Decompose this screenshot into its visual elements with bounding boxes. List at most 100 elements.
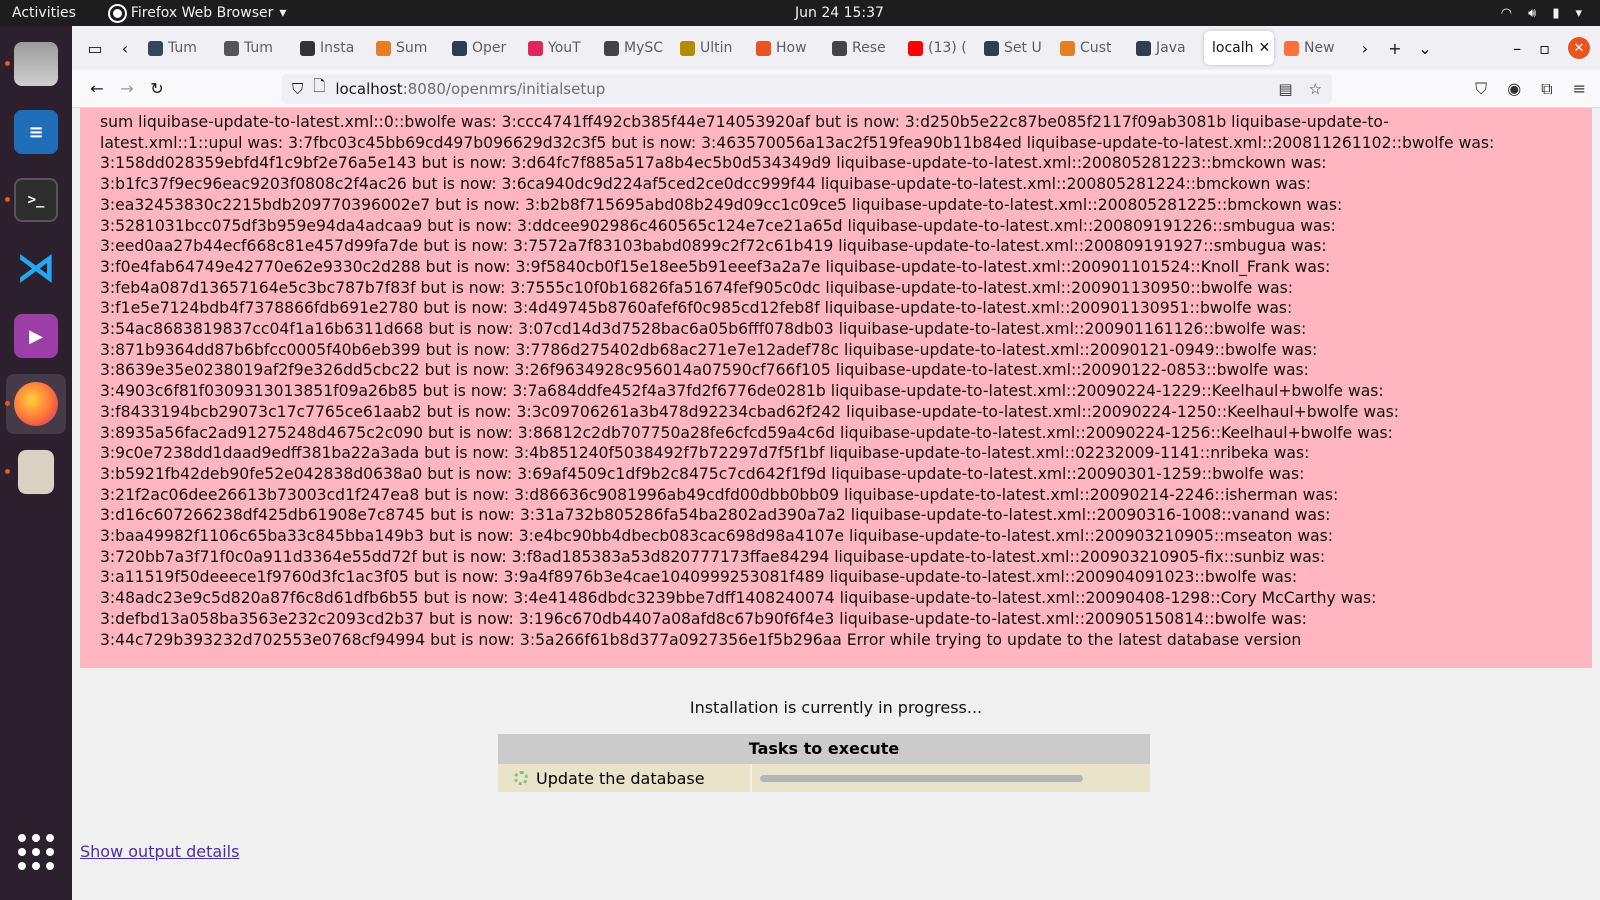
error-line: 3:21f2ac06dee26613b73003cd1f247ea8 but i…	[100, 485, 1339, 504]
tab-3[interactable]: Sum	[368, 31, 442, 65]
tab-label: (13) (	[928, 40, 967, 56]
tab-label: YouT	[548, 40, 581, 56]
tab-5[interactable]: YouT	[520, 31, 594, 65]
tab-2[interactable]: Insta	[292, 31, 366, 65]
url-bar[interactable]: ⛉ 🗋︎ localhost:8080/openmrs/initialsetup…	[282, 73, 1332, 104]
system-tray[interactable]: ◠ 🔊︎ ▮ ▾	[1501, 6, 1582, 21]
show-apps-icon[interactable]	[18, 834, 54, 870]
error-line: 3:b5921fb42deb90fe52e042838d0638a0 but i…	[100, 464, 1305, 483]
tab-13[interactable]: Java	[1128, 31, 1202, 65]
close-tab-icon[interactable]: ✕	[1259, 40, 1271, 56]
firefox-mini-icon	[109, 5, 125, 21]
error-line: 3:5281031bcc075df3b959e94da4adcaa9 but i…	[100, 216, 1336, 235]
wifi-icon: ◠	[1500, 5, 1513, 21]
error-line: 3:baa49982f1106c65ba33c845bba149b3 but i…	[100, 527, 1334, 546]
reader-mode-icon[interactable]: ▤	[1278, 80, 1292, 98]
minimize-icon[interactable]: –	[1513, 39, 1521, 58]
error-line: 3:feb4a087d13657164e5c3bc787b7f83f but i…	[100, 278, 1293, 297]
tab-7[interactable]: Ultin	[672, 31, 746, 65]
list-all-tabs-icon[interactable]: ⌄	[1410, 33, 1440, 63]
show-output-details-link[interactable]: Show output details	[80, 842, 239, 861]
tabs-scroll-left-icon[interactable]: ‹	[110, 33, 140, 63]
hamburger-menu-icon[interactable]: ≡	[1573, 79, 1586, 99]
error-line: 3:a11519f50deeece1f9760d3fc1ac3f05 but i…	[100, 568, 1298, 587]
tab-favicon-icon	[528, 40, 543, 56]
forward-icon[interactable]: →	[112, 74, 142, 104]
reload-icon[interactable]: ↻	[142, 74, 172, 104]
tab-14[interactable]: localh ✕	[1204, 31, 1274, 65]
app-menu-label: Firefox Web Browser	[130, 5, 274, 21]
bookmark-star-icon[interactable]: ☆	[1309, 80, 1322, 98]
error-line: 3:f8433194bcb29073c17c7765ce61aab2 but i…	[100, 402, 1400, 421]
dock: ≡ >_ ⋊ ▶	[0, 26, 72, 900]
task-name: Update the database	[536, 768, 705, 788]
toolbar-right: ⛉ ◉ ⧉ ≡	[1475, 79, 1600, 99]
files-icon	[14, 42, 58, 86]
page-info-icon[interactable]: 🗋︎	[313, 76, 325, 101]
tab-label: Ultin	[700, 40, 733, 56]
account-icon[interactable]: ◉	[1507, 79, 1521, 99]
terminal-icon: >_	[14, 178, 58, 222]
tab-favicon-icon	[376, 40, 391, 56]
close-window-icon[interactable]: ✕	[1568, 37, 1590, 59]
app-menu[interactable]: Firefox Web Browser ▾	[109, 5, 286, 21]
installation-progress-message: Installation is currently in progress...	[689, 698, 983, 717]
tab-1[interactable]: Tum	[216, 31, 290, 65]
tab-favicon-icon	[300, 40, 315, 56]
error-line: 3:f1e5e7124bdb4f7378866fdb691e2780 but i…	[100, 299, 1293, 318]
url-host: localhost	[335, 79, 403, 98]
error-line: 3:b1fc37f9ec96eac9203f0808c2f4ac26 but i…	[100, 175, 1312, 194]
tab-4[interactable]: Oper	[444, 31, 518, 65]
tab-bar: ▭ ‹ Tum Tum Insta Sum Oper YouT MySC Ultin How Re…	[72, 26, 1600, 70]
media-player-icon: ▶	[14, 314, 58, 358]
clock[interactable]: Jun 24 15:37	[795, 5, 884, 21]
firefox-view-icon[interactable]: ▭	[80, 33, 110, 63]
tab-favicon-icon	[224, 40, 239, 56]
tab-favicon-icon	[148, 40, 163, 56]
tab-favicon-icon	[1136, 40, 1151, 56]
restore-icon[interactable]: ▫	[1539, 39, 1550, 58]
tab-label: Oper	[472, 40, 507, 56]
error-line: 3:eed0aa27b44ecf668c81e457d99fa7de but i…	[100, 237, 1327, 256]
dock-media[interactable]: ▶	[6, 306, 66, 366]
tab-label: Tum	[168, 40, 197, 56]
error-line: 3:defbd13a058ba3563e232c2093cd2b37 but i…	[100, 609, 1307, 628]
chevron-down-icon: ▾	[1575, 5, 1582, 21]
pocket-icon[interactable]: ⛉	[1475, 79, 1487, 99]
dock-archive[interactable]	[5, 442, 66, 502]
tabs-scroll-right-icon[interactable]: ›	[1350, 33, 1380, 63]
tab-label: Insta	[320, 40, 355, 56]
writer-icon: ≡	[14, 110, 58, 154]
dock-files[interactable]	[5, 34, 66, 94]
dock-writer[interactable]: ≡	[6, 102, 66, 162]
navigation-bar: ← → ↻ ⛉ 🗋︎ localhost:8080/openmrs/initia…	[72, 70, 1600, 108]
tab-favicon-icon	[1060, 40, 1075, 56]
tab-label: MySC	[624, 40, 664, 56]
system-top-bar: Activities Firefox Web Browser ▾ Jun 24 …	[0, 0, 1600, 26]
tab-label: New	[1304, 40, 1335, 56]
dock-firefox[interactable]	[5, 374, 66, 434]
dock-vscode[interactable]: ⋊	[6, 238, 66, 298]
tab-12[interactable]: Cust	[1052, 31, 1126, 65]
back-icon[interactable]: ←	[82, 74, 112, 104]
error-line: 3:4903c6f81f0309313013851f09a26b85 but i…	[100, 382, 1384, 401]
tab-label: Rese	[852, 40, 886, 56]
tab-9[interactable]: Rese	[824, 31, 898, 65]
extensions-icon[interactable]: ⧉	[1541, 79, 1552, 99]
tab-11[interactable]: Set U	[976, 31, 1050, 65]
tasks-header: Tasks to execute	[498, 734, 1150, 764]
shield-icon[interactable]: ⛉	[292, 80, 303, 98]
tab-8[interactable]: How	[748, 31, 822, 65]
new-tab-icon[interactable]: +	[1380, 33, 1410, 63]
tab-6[interactable]: MySC	[596, 31, 670, 65]
dock-terminal[interactable]: >_	[5, 170, 66, 230]
tab-label: Cust	[1080, 40, 1112, 56]
tab-0[interactable]: Tum	[140, 31, 214, 65]
tab-15[interactable]: New	[1276, 31, 1350, 65]
tab-label: Sum	[396, 40, 428, 56]
tab-10[interactable]: (13) (	[900, 31, 974, 65]
volume-icon: 🔊︎	[1528, 5, 1537, 21]
tab-favicon-icon	[908, 40, 923, 56]
activities-button[interactable]: Activities	[12, 5, 76, 21]
url-path: :8080/openmrs/initialsetup	[402, 79, 606, 98]
